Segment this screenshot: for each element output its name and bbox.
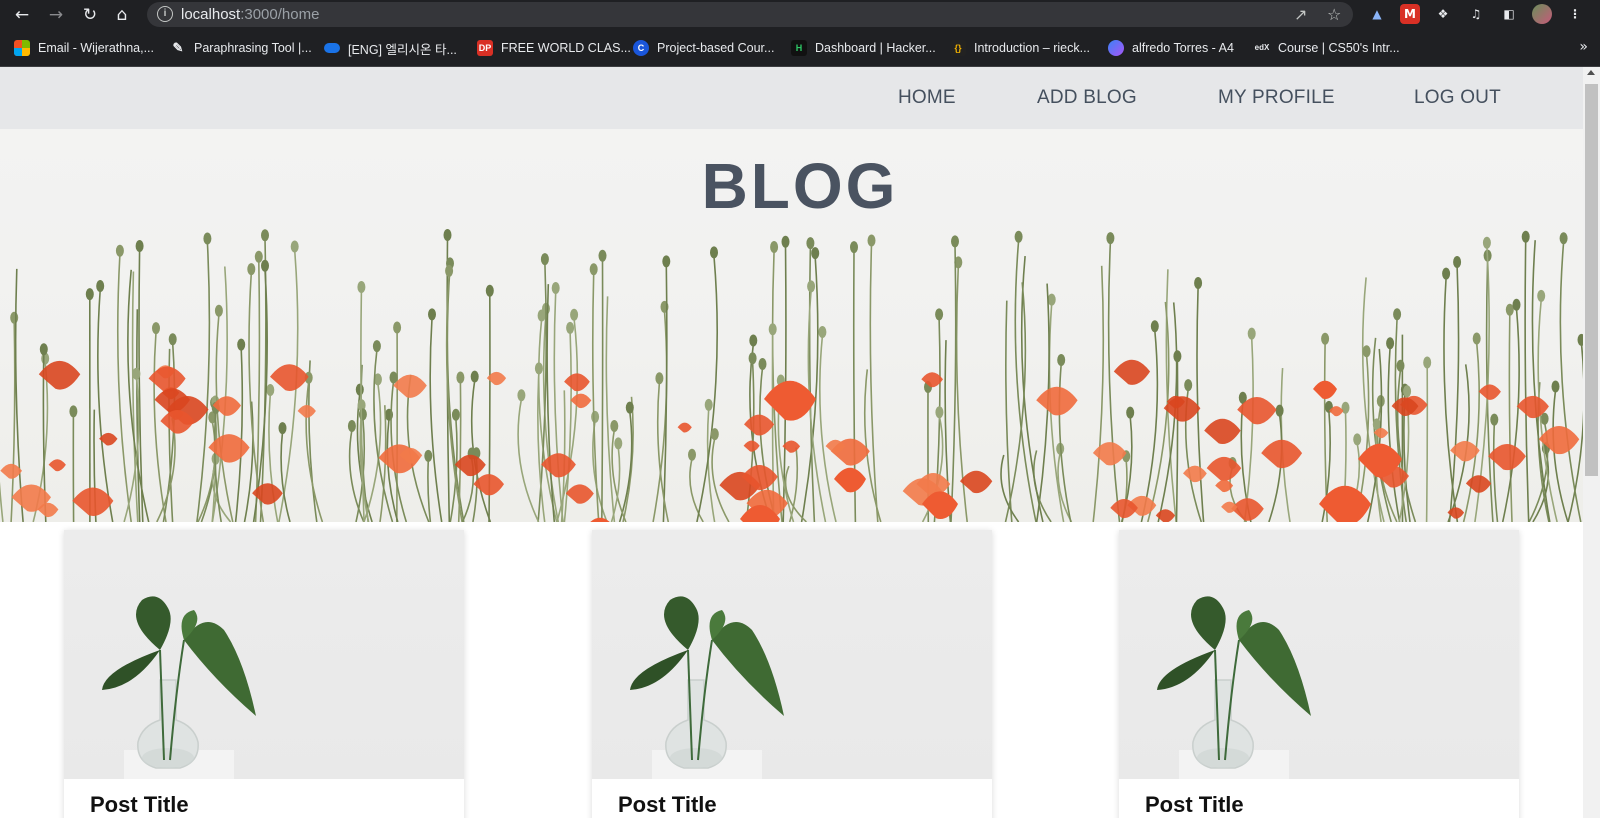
post-card[interactable]: Post Title (1119, 530, 1519, 818)
code-icon: {} (950, 40, 966, 56)
profile-avatar-icon[interactable] (1532, 4, 1552, 24)
bookmark-label: [ENG] 엘리시온 타... (348, 42, 457, 57)
post-card[interactable]: Post Title (592, 530, 992, 818)
media-control-icon[interactable]: ♫ (1466, 4, 1486, 24)
post-image (64, 530, 464, 779)
bookmark-label: Email - Wijerathna,... (38, 41, 155, 55)
nav-log-out-link[interactable]: LOG OUT (1414, 87, 1501, 109)
url-path: :3000/home (240, 6, 320, 23)
dp-icon: DP (477, 40, 493, 56)
side-panel-icon[interactable]: ◧ (1499, 4, 1519, 24)
bookmarks-overflow-icon[interactable]: » (1579, 39, 1588, 55)
post-title[interactable]: Post Title (618, 792, 717, 818)
gradient-icon (1108, 40, 1124, 56)
hero-banner: BLOG (0, 129, 1583, 522)
post-image (592, 530, 992, 779)
extensions-puzzle-icon[interactable]: ❖ (1433, 4, 1453, 24)
cloud-extension-icon[interactable]: ▲ (1367, 4, 1387, 24)
back-icon[interactable]: ← (10, 3, 34, 27)
address-bar[interactable]: i localhost:3000/home ↗ ☆ (147, 2, 1353, 27)
reload-icon[interactable]: ↻ (78, 3, 102, 27)
site-info-icon[interactable]: i (157, 6, 173, 22)
bookmark-hackerrank[interactable]: H Dashboard | Hacker... (791, 38, 936, 58)
bookmark-email[interactable]: Email - Wijerathna,... (14, 38, 154, 58)
post-image (1119, 530, 1519, 779)
bookmark-label: Dashboard | Hacker... (815, 41, 936, 55)
nav-add-blog-link[interactable]: ADD BLOG (1037, 87, 1137, 109)
post-title[interactable]: Post Title (90, 792, 189, 818)
bookmark-star-icon[interactable]: ☆ (1327, 3, 1341, 27)
bookmark-label: Project-based Cour... (657, 41, 775, 55)
address-bar-url[interactable]: localhost:3000/home (181, 6, 319, 23)
bookmark-label: Paraphrasing Tool |... (194, 41, 312, 55)
bookmark-alfredo[interactable]: alfredo Torres - A4 (1108, 38, 1234, 58)
bookmark-project-based[interactable]: C Project-based Cour... (633, 38, 774, 58)
site-navbar: HOME ADD BLOG MY PROFILE LOG OUT (0, 67, 1583, 129)
page-viewport: HOME ADD BLOG MY PROFILE LOG OUT BLOG Po… (0, 67, 1583, 818)
scroll-up-arrow-icon[interactable] (1587, 70, 1595, 75)
microsoft-icon (14, 40, 30, 56)
bookmark-paraphrasing[interactable]: ✎ Paraphrasing Tool |... (170, 38, 312, 58)
bookmark-label: Introduction – rieck... (974, 41, 1091, 55)
coursera-icon: C (633, 40, 649, 56)
plant-vase-image (102, 596, 256, 779)
bookmark-eng[interactable]: [ENG] 엘리시온 타... (324, 38, 457, 58)
bookmark-label: FREE WORLD CLAS... (501, 41, 631, 55)
quill-icon: ✎ (172, 40, 184, 55)
scroll-thumb[interactable] (1585, 84, 1598, 476)
plant-vase-image (630, 596, 784, 779)
bookmarks-bar: Email - Wijerathna,... ✎ Paraphrasing To… (0, 29, 1600, 67)
post-card[interactable]: Post Title (64, 530, 464, 818)
hero-title: BLOG (701, 150, 899, 222)
bookmark-free-world[interactable]: DP FREE WORLD CLAS... (477, 38, 631, 58)
m-extension-icon[interactable]: M (1400, 4, 1420, 24)
nav-my-profile-link[interactable]: MY PROFILE (1218, 87, 1335, 109)
bookmark-cs50[interactable]: edX Course | CS50's Intr... (1254, 38, 1400, 58)
share-icon[interactable]: ↗ (1294, 3, 1307, 27)
bookmark-label: Course | CS50's Intr... (1278, 41, 1400, 55)
bookmark-introduction[interactable]: {} Introduction – rieck... (950, 38, 1090, 58)
hackerrank-icon: H (791, 40, 807, 56)
edx-icon: edX (1254, 43, 1270, 52)
page-scrollbar[interactable] (1583, 67, 1600, 818)
post-title[interactable]: Post Title (1145, 792, 1244, 818)
onedrive-icon (324, 43, 340, 53)
forward-icon[interactable]: → (44, 3, 68, 27)
bookmark-label: alfredo Torres - A4 (1132, 41, 1234, 55)
browser-toolbar: ← → ↻ ⌂ i localhost:3000/home ↗ ☆ ▲ M ❖ … (0, 0, 1600, 29)
browser-menu-icon[interactable]: ⋮ (1565, 4, 1585, 24)
nav-home-link[interactable]: HOME (898, 87, 956, 109)
home-icon[interactable]: ⌂ (110, 3, 134, 27)
plant-vase-image (1157, 596, 1311, 779)
url-host: localhost (181, 6, 241, 23)
